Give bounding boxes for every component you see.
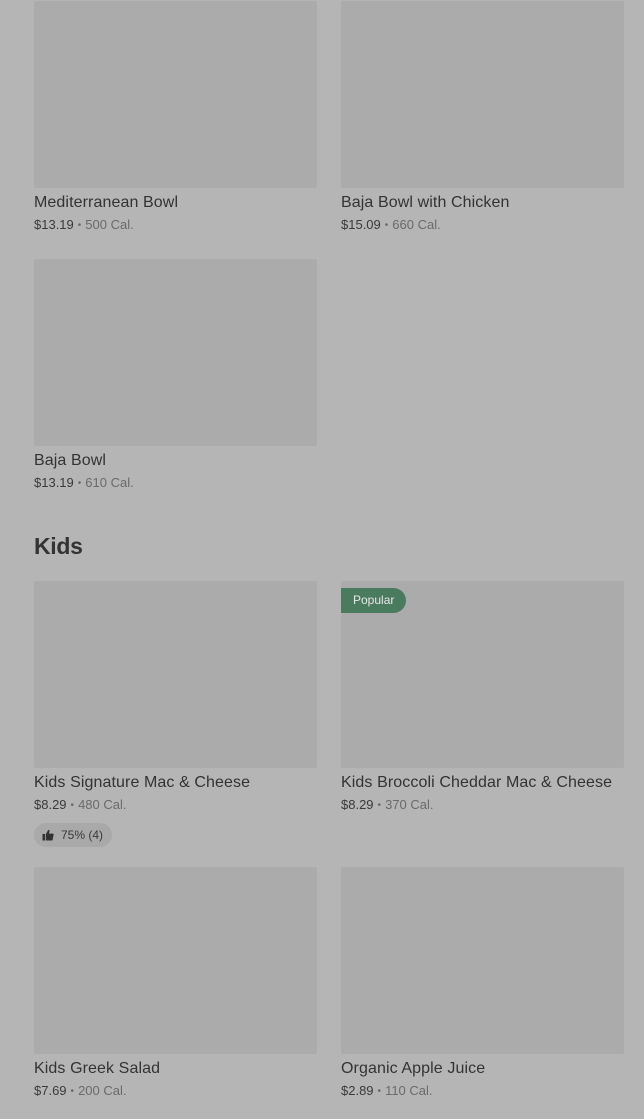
menu-item-calories: 200 Cal.: [78, 1083, 127, 1098]
menu-item-card[interactable]: Kids Signature Mac & Cheese $8.29 • 480 Ca…: [34, 581, 317, 847]
menu-item-card[interactable]: Popular Kids Broccoli Cheddar Mac & Chee…: [341, 581, 624, 814]
menu-item-meta: $7.69 • 200 Cal.: [34, 1082, 317, 1100]
menu-item-meta: $15.09 • 660 Cal.: [341, 216, 624, 234]
menu-item-meta: $13.19 • 500 Cal.: [34, 216, 317, 234]
menu-item-image[interactable]: [34, 581, 317, 768]
menu-item-image[interactable]: [34, 259, 317, 446]
menu-item-card[interactable]: Kids Greek Salad $7.69 • 200 Cal.: [34, 867, 317, 1100]
menu-item-price: $8.29: [34, 797, 67, 812]
menu-item-meta: $13.19 • 610 Cal.: [34, 474, 317, 492]
menu-item-meta: $8.29 • 480 Cal.: [34, 796, 317, 814]
menu-item-meta: $2.89 • 110 Cal.: [341, 1082, 624, 1100]
separator-dot: •: [77, 478, 82, 489]
separator-dot: •: [70, 1086, 75, 1097]
menu-item-image[interactable]: [34, 1, 317, 188]
menu-item-calories: 500 Cal.: [85, 217, 134, 232]
menu-item-meta: $8.29 • 370 Cal.: [341, 796, 624, 814]
menu-item-calories: 370 Cal.: [385, 797, 434, 812]
menu-item-calories: 480 Cal.: [78, 797, 127, 812]
separator-dot: •: [377, 1086, 382, 1097]
menu-item-price: $8.29: [341, 797, 374, 812]
menu-item-name: Mediterranean Bowl: [34, 194, 179, 211]
menu-item-image[interactable]: [341, 1, 624, 188]
section-title-kids: Kids: [34, 533, 83, 559]
separator-dot: •: [377, 800, 382, 811]
rating-text: 75% (4): [61, 828, 104, 842]
menu-item-name: Kids Broccoli Cheddar Mac & Cheese: [341, 774, 613, 791]
menu-item-price: $2.89: [341, 1083, 374, 1098]
menu-item-name: Organic Apple Juice: [341, 1060, 486, 1077]
menu-item-calories: 110 Cal.: [385, 1083, 433, 1098]
menu-item-card[interactable]: Baja Bowl $13.19 • 610 Cal.: [34, 259, 317, 492]
separator-dot: •: [384, 220, 389, 231]
menu-item-card[interactable]: Mediterranean Bowl $13.19 • 500 Cal.: [34, 1, 317, 234]
menu-item-card[interactable]: Baja Bowl with Chicken $15.09 • 660 Cal.: [341, 1, 624, 234]
rating-pill: 75% (4): [34, 823, 113, 847]
menu-item-name: Baja Bowl with Chicken: [341, 194, 510, 211]
menu-item-name: Kids Greek Salad: [34, 1060, 161, 1077]
menu-item-image[interactable]: [34, 867, 317, 1054]
menu-item-image[interactable]: [341, 867, 624, 1054]
menu-item-card[interactable]: Organic Apple Juice $2.89 • 110 Cal.: [341, 867, 624, 1100]
popular-badge: Popular: [341, 588, 407, 613]
menu-item-calories: 610 Cal.: [85, 475, 134, 490]
menu-item-calories: 660 Cal.: [392, 217, 441, 232]
menu-item-image[interactable]: Popular: [341, 581, 624, 768]
menu-item-price: $13.19: [34, 217, 74, 232]
thumbs-up-icon: [42, 829, 54, 841]
menu-item-price: $15.09: [341, 217, 381, 232]
menu-item-price: $13.19: [34, 475, 74, 490]
menu-item-price: $7.69: [34, 1083, 67, 1098]
menu-item-name: Baja Bowl: [34, 452, 107, 469]
menu-item-name: Kids Signature Mac & Cheese: [34, 774, 251, 791]
separator-dot: •: [70, 800, 75, 811]
separator-dot: •: [77, 220, 82, 231]
